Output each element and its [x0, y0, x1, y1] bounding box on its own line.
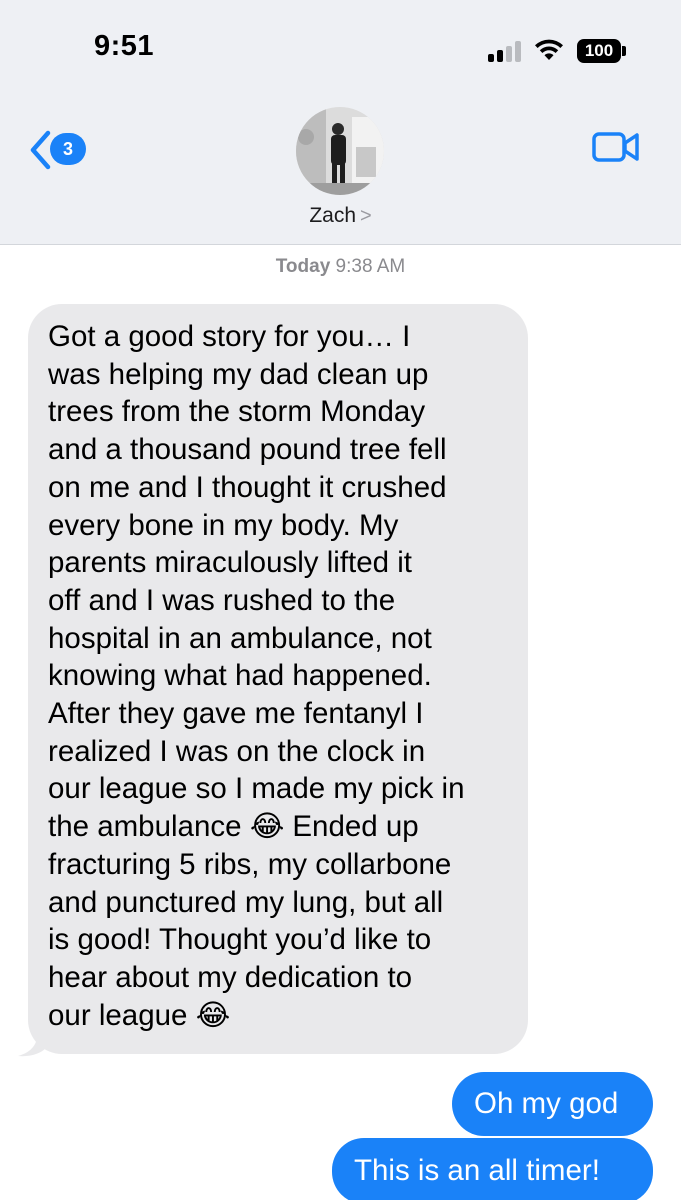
wifi-icon [535, 39, 563, 60]
video-call-button[interactable] [590, 128, 642, 168]
message-line: knowing what had happened. [48, 659, 432, 693]
status-time: 9:51 [94, 30, 155, 62]
message-line: every bone in my body. My [48, 508, 399, 542]
incoming-message-bubble[interactable]: Got a good story for you… I was helping … [28, 304, 528, 1054]
bubble-tail [18, 1030, 46, 1057]
message-line: hear about my dedication to [48, 960, 413, 994]
outgoing-message-bubble[interactable]: Oh my god [452, 1072, 653, 1136]
message-line: and a thousand pound tree fell [48, 433, 447, 467]
message-line: on me and I thought it crushed [48, 470, 447, 504]
messages-screen: 9:51 100 3 Zach > Today 9:38 AM Got a go… [0, 0, 681, 1200]
message-line: fracturing 5 ribs, my collarbone [48, 847, 452, 881]
contact-name: Zach [309, 204, 356, 227]
message-line: Got a good story for you… I [48, 320, 411, 353]
message-line: hospital in an ambulance, not [48, 621, 432, 655]
message-line: realized I was on the clock in [48, 734, 426, 768]
outgoing-message-text: This is an all timer! [354, 1154, 600, 1187]
message-line: is good! Thought you’d like to [48, 923, 432, 957]
unread-count-badge[interactable]: 3 [50, 133, 86, 165]
contact-name-button[interactable]: Zach > [0, 204, 681, 228]
message-line: trees from the storm Monday [48, 395, 426, 429]
message-timestamp: Today 9:38 AM [0, 256, 681, 278]
avatar[interactable] [296, 107, 384, 195]
conversation-header: 9:51 100 3 Zach > [0, 0, 681, 245]
message-line: off and I was rushed to the [48, 583, 396, 617]
message-line: was helping my dad clean up [48, 357, 429, 391]
message-line: our league 😂 [48, 998, 231, 1032]
timestamp-time: 9:38 AM [335, 256, 406, 277]
cellular-signal-icon [488, 40, 522, 62]
battery-indicator: 100 [577, 39, 621, 63]
outgoing-message-text: Oh my god [474, 1087, 619, 1120]
message-line: our league so I made my pick in [48, 772, 465, 806]
chevron-left-icon [30, 130, 51, 170]
chevron-right-icon: > [360, 205, 372, 227]
message-line: and punctured my lung, but all [48, 885, 444, 919]
timestamp-day: Today [275, 256, 331, 277]
message-line: the ambulance 😂 Ended up [48, 810, 419, 844]
battery-nub [622, 46, 626, 56]
contact-photo [296, 107, 384, 195]
message-line: After they gave me fentanyl I [48, 697, 424, 731]
message-line: parents miraculously lifted it [48, 546, 412, 580]
outgoing-message-bubble[interactable]: This is an all timer! [332, 1138, 653, 1200]
